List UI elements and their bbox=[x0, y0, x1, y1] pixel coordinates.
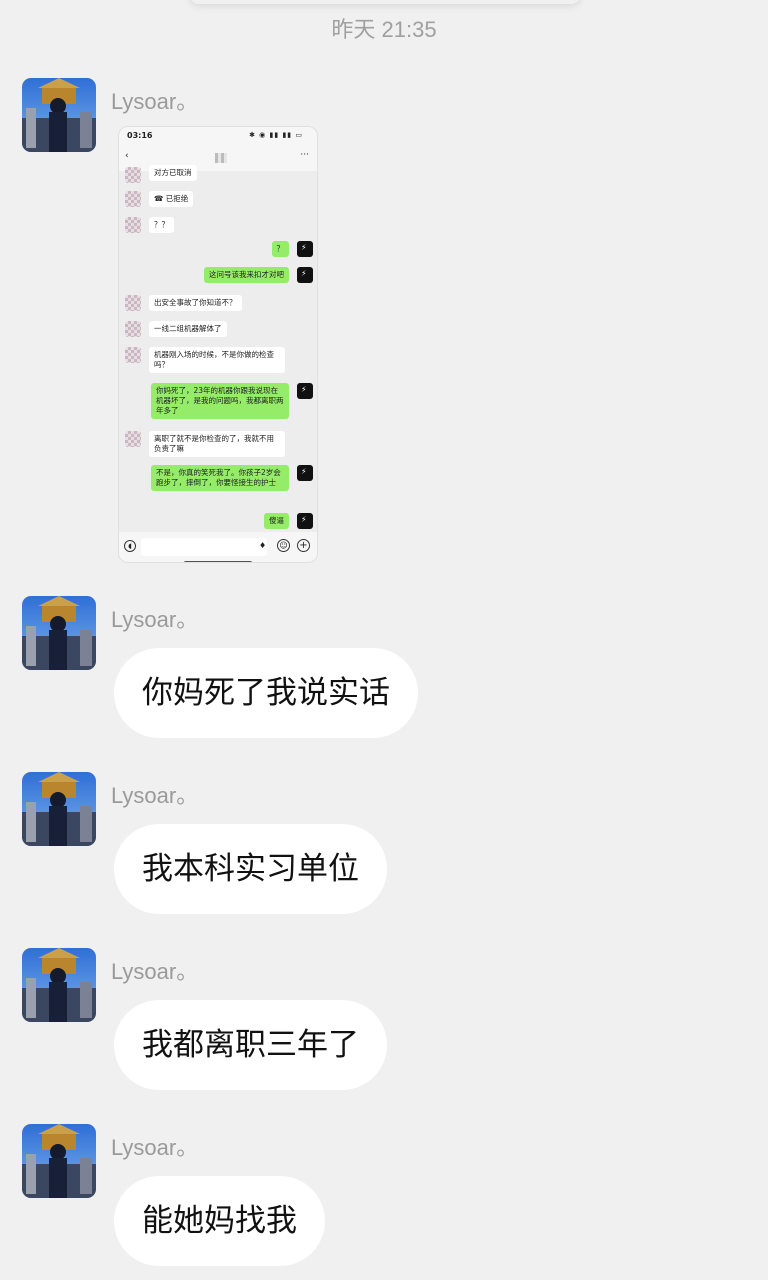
sender-name: Lysoar。 bbox=[111, 607, 199, 632]
screenshot-bubble: ？ bbox=[271, 241, 289, 257]
avatar[interactable] bbox=[22, 78, 96, 152]
status-time: 03:16 bbox=[127, 131, 153, 140]
my-avatar bbox=[297, 465, 313, 481]
plus-icon: + bbox=[297, 539, 310, 552]
screenshot-bubble: 对方已取消 bbox=[149, 165, 197, 181]
my-avatar bbox=[297, 383, 313, 399]
blurred-avatar bbox=[125, 217, 141, 233]
sender-name: Lysoar。 bbox=[111, 89, 199, 114]
message-bubble[interactable]: 我都离职三年了 bbox=[114, 1000, 387, 1090]
screenshot-bubble: 机器刚入场的时候，不是你做的检查吗？ bbox=[149, 347, 285, 373]
screenshot-bubble: 这问号该我来扣才对吧 bbox=[204, 267, 289, 283]
screenshot-bubble: 你妈死了，23年的机器你跟我说现在机器坏了，是我的问题吗，我都离职两年多了 bbox=[151, 383, 289, 419]
more-icon: ··· bbox=[300, 150, 309, 160]
status-bar: 03:16 ✱ ◉ ▮▮ ▮▮ ▭ bbox=[119, 127, 317, 145]
screenshot-bubble: ？？ bbox=[149, 217, 174, 233]
emoji-icon: ☺ bbox=[277, 539, 290, 552]
screenshot-bubble: 离职了就不是你检查的了，我就不用负责了嘛 bbox=[149, 431, 285, 457]
blurred-avatar bbox=[125, 347, 141, 363]
avatar[interactable] bbox=[22, 948, 96, 1022]
message-bubble[interactable]: 我本科实习单位 bbox=[114, 824, 387, 914]
voice-icon: ◖ bbox=[124, 540, 136, 552]
message-bubble[interactable]: 你妈死了我说实话 bbox=[114, 648, 418, 738]
screenshot-bubble: 傻逼 bbox=[264, 513, 289, 529]
mic-icon: ♦ bbox=[259, 541, 267, 550]
sender-name: Lysoar。 bbox=[111, 1135, 199, 1160]
screenshot-bubble: 出安全事故了你知道不？ bbox=[149, 295, 242, 311]
message-input bbox=[141, 538, 267, 556]
message-bubble[interactable]: 能她妈找我 bbox=[114, 1176, 325, 1266]
blurred-avatar bbox=[125, 295, 141, 311]
my-avatar bbox=[297, 241, 313, 257]
avatar[interactable] bbox=[22, 772, 96, 846]
home-indicator bbox=[184, 561, 252, 562]
screenshot-input-bar: ◖ ♦ ☺ + bbox=[119, 532, 317, 562]
sender-name: Lysoar。 bbox=[111, 959, 199, 984]
my-avatar bbox=[297, 267, 313, 283]
blurred-avatar bbox=[125, 167, 141, 183]
chat-timestamp: 昨天 21:35 bbox=[331, 17, 437, 42]
blurred-avatar bbox=[125, 431, 141, 447]
avatar[interactable] bbox=[22, 1124, 96, 1198]
back-icon: ‹ bbox=[125, 151, 129, 161]
sender-name: Lysoar。 bbox=[111, 783, 199, 808]
chat-screenshot-image[interactable]: 03:16 ✱ ◉ ▮▮ ▮▮ ▭ ‹ ··· 对方已取消 ☎ 已拒绝 ？？ ？… bbox=[118, 126, 318, 563]
my-avatar bbox=[297, 513, 313, 529]
screenshot-bubble: 一线二组机器解体了 bbox=[149, 321, 227, 337]
status-icons: ✱ ◉ ▮▮ ▮▮ ▭ bbox=[249, 131, 303, 139]
top-edge bbox=[190, 0, 580, 4]
blurred-avatar bbox=[125, 191, 141, 207]
blurred-avatar bbox=[125, 321, 141, 337]
screenshot-bubble: ☎ 已拒绝 bbox=[149, 191, 194, 207]
avatar[interactable] bbox=[22, 596, 96, 670]
blurred-contact-name bbox=[215, 153, 227, 163]
screenshot-bubble: 不是，你真的笑死我了。你孩子2岁会跑步了，摔倒了，你要怪接生的护士 bbox=[151, 465, 289, 491]
